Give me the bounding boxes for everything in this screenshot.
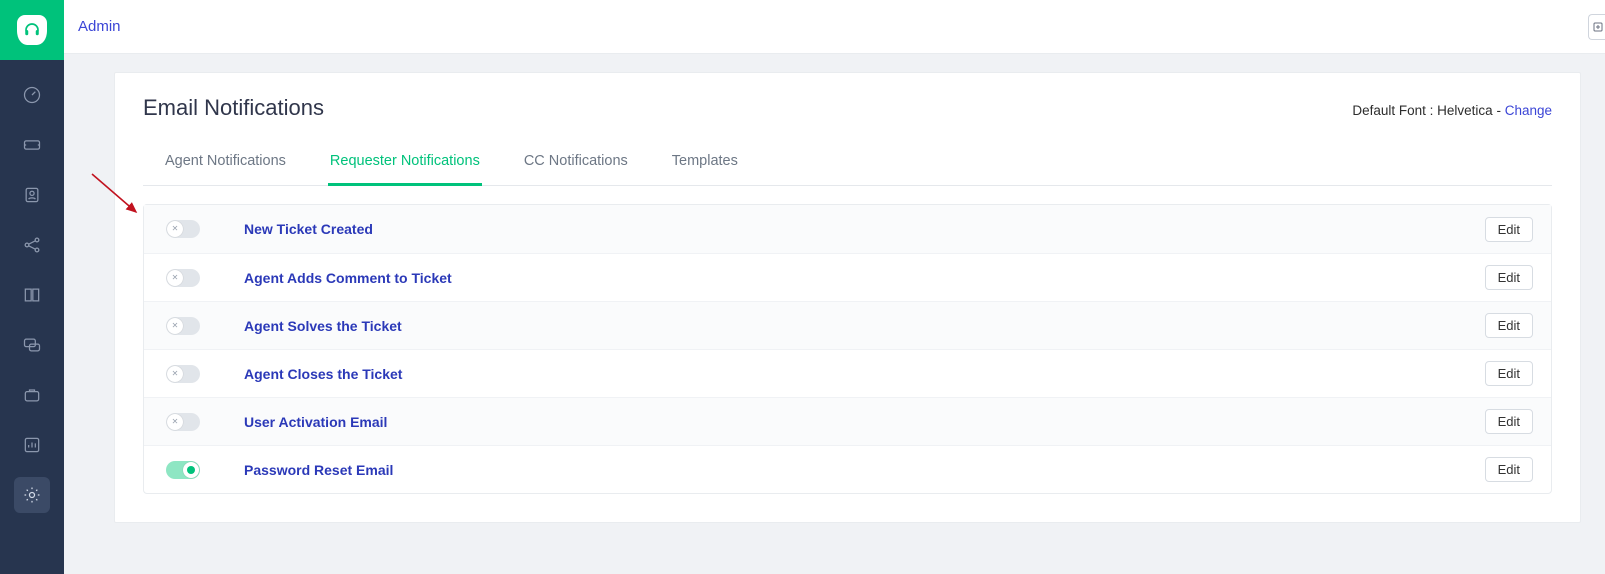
toggle-password-reset-email[interactable]	[166, 461, 200, 479]
notification-label[interactable]: User Activation Email	[244, 414, 387, 430]
page-title: Email Notifications	[143, 95, 324, 121]
tab-cc-notifications[interactable]: CC Notifications	[522, 141, 630, 186]
sidebar-item-settings[interactable]	[14, 477, 50, 513]
breadcrumb-admin[interactable]: Admin	[78, 18, 121, 35]
notification-label[interactable]: Agent Closes the Ticket	[244, 366, 402, 382]
sidebar-item-tickets[interactable]	[0, 120, 64, 170]
edit-button[interactable]: Edit	[1485, 361, 1533, 386]
notification-row: Password Reset Email Edit	[144, 445, 1551, 493]
sidebar-item-social[interactable]	[0, 220, 64, 270]
content-area: Email Notifications Default Font : Helve…	[64, 54, 1605, 574]
notification-list: New Ticket Created Edit Agent Adds Comme…	[143, 204, 1552, 494]
notification-row: Agent Solves the Ticket Edit	[144, 301, 1551, 349]
sidebar-item-contacts[interactable]	[0, 170, 64, 220]
sidebar	[0, 0, 64, 574]
notification-label[interactable]: Agent Solves the Ticket	[244, 318, 402, 334]
sidebar-nav	[0, 70, 64, 520]
toggle-agent-closes-ticket[interactable]	[166, 365, 200, 383]
tab-agent-notifications[interactable]: Agent Notifications	[163, 141, 288, 186]
toggle-agent-solves-ticket[interactable]	[166, 317, 200, 335]
font-label: Default Font :	[1352, 103, 1437, 118]
sidebar-item-assets[interactable]	[0, 370, 64, 420]
sidebar-item-knowledge[interactable]	[0, 270, 64, 320]
edit-button[interactable]: Edit	[1485, 313, 1533, 338]
notification-row: Agent Adds Comment to Ticket Edit	[144, 253, 1551, 301]
toggle-new-ticket-created[interactable]	[166, 220, 200, 238]
sidebar-item-reports[interactable]	[0, 420, 64, 470]
font-name: Helvetica	[1437, 103, 1493, 118]
tab-templates[interactable]: Templates	[670, 141, 740, 186]
panel: Email Notifications Default Font : Helve…	[114, 72, 1581, 523]
edit-button[interactable]: Edit	[1485, 217, 1533, 242]
toggle-agent-adds-comment[interactable]	[166, 269, 200, 287]
default-font-info: Default Font : Helvetica - Change	[1352, 103, 1552, 118]
edit-button[interactable]: Edit	[1485, 457, 1533, 482]
edit-button[interactable]: Edit	[1485, 409, 1533, 434]
edit-button[interactable]: Edit	[1485, 265, 1533, 290]
headset-icon	[17, 15, 47, 45]
notification-row: Agent Closes the Ticket Edit	[144, 349, 1551, 397]
sidebar-item-dashboard[interactable]	[0, 70, 64, 120]
app-logo[interactable]	[0, 0, 64, 60]
notification-row: New Ticket Created Edit	[144, 205, 1551, 253]
tab-requester-notifications[interactable]: Requester Notifications	[328, 141, 482, 186]
tabs: Agent Notifications Requester Notificati…	[143, 141, 1552, 186]
notification-label[interactable]: Password Reset Email	[244, 462, 393, 478]
panel-expand-handle[interactable]	[1588, 14, 1605, 40]
notification-label[interactable]: Agent Adds Comment to Ticket	[244, 270, 452, 286]
sidebar-item-chat[interactable]	[0, 320, 64, 370]
toggle-user-activation-email[interactable]	[166, 413, 200, 431]
topbar: Admin	[64, 0, 1605, 54]
notification-row: User Activation Email Edit	[144, 397, 1551, 445]
change-font-link[interactable]: Change	[1505, 103, 1552, 118]
notification-label[interactable]: New Ticket Created	[244, 221, 373, 237]
